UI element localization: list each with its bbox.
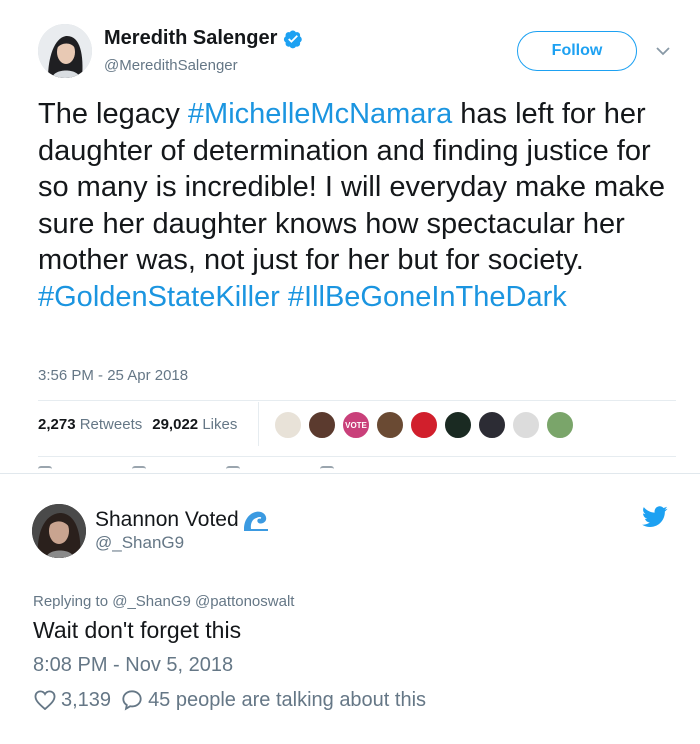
verified-badge-icon <box>284 30 303 48</box>
likes-count: 29,022 <box>152 416 199 433</box>
liker-avatar[interactable] <box>443 410 473 440</box>
liker-avatar[interactable] <box>409 410 439 440</box>
avatar[interactable] <box>32 504 86 558</box>
author-name-text[interactable]: Meredith Salenger <box>104 27 277 50</box>
likes-count[interactable]: 3,139 <box>61 689 111 712</box>
likes-label: Likes <box>202 416 238 433</box>
message-icon[interactable] <box>320 466 334 473</box>
divider <box>258 402 259 446</box>
engagement-stats: 2,273 Retweets 29,022 Likes <box>38 402 259 446</box>
liker-avatar[interactable] <box>273 410 303 440</box>
likes-stat[interactable]: 29,022 Likes <box>152 416 237 433</box>
avatar[interactable] <box>38 24 92 78</box>
author-handle[interactable]: @_ShanG9 <box>95 533 184 553</box>
retweets-stat[interactable]: 2,273 Retweets <box>38 416 142 433</box>
divider <box>38 456 676 457</box>
tweet-text: The legacy <box>38 98 188 130</box>
like-icon[interactable] <box>226 466 240 473</box>
chevron-down-icon[interactable] <box>652 40 674 62</box>
liker-avatars: VOTE <box>273 410 575 440</box>
twitter-bird-icon[interactable] <box>642 506 668 528</box>
tweet-actions: 3,139 45 people are talking about this <box>33 688 426 712</box>
author-name[interactable]: Meredith Salenger <box>104 27 303 50</box>
tweet-actions <box>38 466 334 473</box>
liker-avatar[interactable]: VOTE <box>341 410 371 440</box>
retweets-label: Retweets <box>79 416 143 433</box>
heart-icon[interactable] <box>33 688 57 712</box>
liker-avatar[interactable] <box>477 410 507 440</box>
divider <box>38 400 676 401</box>
liker-avatar[interactable] <box>375 410 405 440</box>
follow-button[interactable]: Follow <box>517 31 637 71</box>
liker-avatar[interactable] <box>511 410 541 440</box>
tweet-timestamp[interactable]: 3:56 PM - 25 Apr 2018 <box>38 367 188 384</box>
liker-avatar[interactable] <box>545 410 575 440</box>
liker-avatar-badge: VOTE <box>345 420 367 430</box>
wave-emoji-icon <box>243 511 268 531</box>
hashtag-link[interactable]: #IllBeGoneInTheDark <box>288 281 567 313</box>
retweets-count: 2,273 <box>38 416 76 433</box>
conversation-link[interactable]: 45 people are talking about this <box>148 689 426 712</box>
author-handle[interactable]: @MeredithSalenger <box>104 57 238 74</box>
tweet-timestamp[interactable]: 8:08 PM - Nov 5, 2018 <box>33 654 233 677</box>
replying-to[interactable]: Replying to @_ShanG9 @pattonoswalt <box>33 593 294 610</box>
tweet-body: The legacy #MichelleMcNamara has left fo… <box>38 96 668 315</box>
author-name-text[interactable]: Shannon Voted <box>95 508 239 532</box>
hashtag-link[interactable]: #MichelleMcNamara <box>188 98 452 130</box>
quoted-tweet-card[interactable]: Meredith Salenger @MeredithSalenger Foll… <box>0 0 700 474</box>
retweet-icon[interactable] <box>132 466 146 473</box>
tweet-text: Wait don't forget this <box>33 617 242 643</box>
hashtag-link[interactable]: #GoldenStateKiller <box>38 281 280 313</box>
liker-avatar[interactable] <box>307 410 337 440</box>
speech-bubble-icon[interactable] <box>120 688 144 712</box>
reply-icon[interactable] <box>38 466 52 473</box>
author-name[interactable]: Shannon Voted <box>95 507 271 533</box>
